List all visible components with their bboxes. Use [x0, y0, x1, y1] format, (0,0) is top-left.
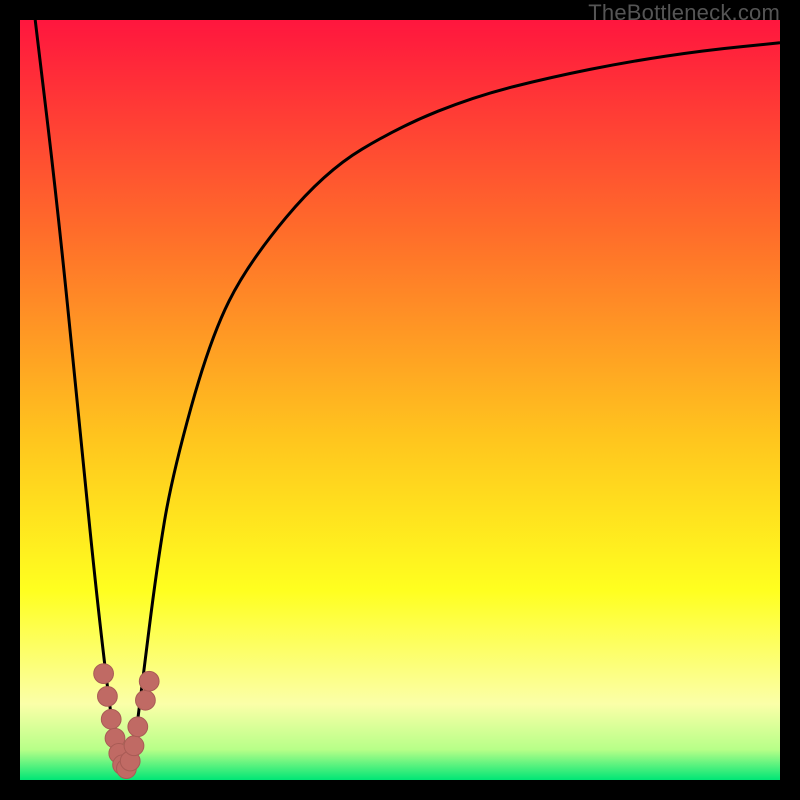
gradient-background [20, 20, 780, 780]
plot-area [20, 20, 780, 780]
data-marker [136, 690, 156, 710]
data-marker [124, 736, 144, 756]
data-marker [101, 709, 121, 729]
bottleneck-chart [20, 20, 780, 780]
data-marker [94, 664, 114, 684]
data-marker [128, 717, 148, 737]
outer-frame: TheBottleneck.com [0, 0, 800, 800]
data-marker [139, 671, 159, 691]
data-marker [98, 687, 118, 707]
